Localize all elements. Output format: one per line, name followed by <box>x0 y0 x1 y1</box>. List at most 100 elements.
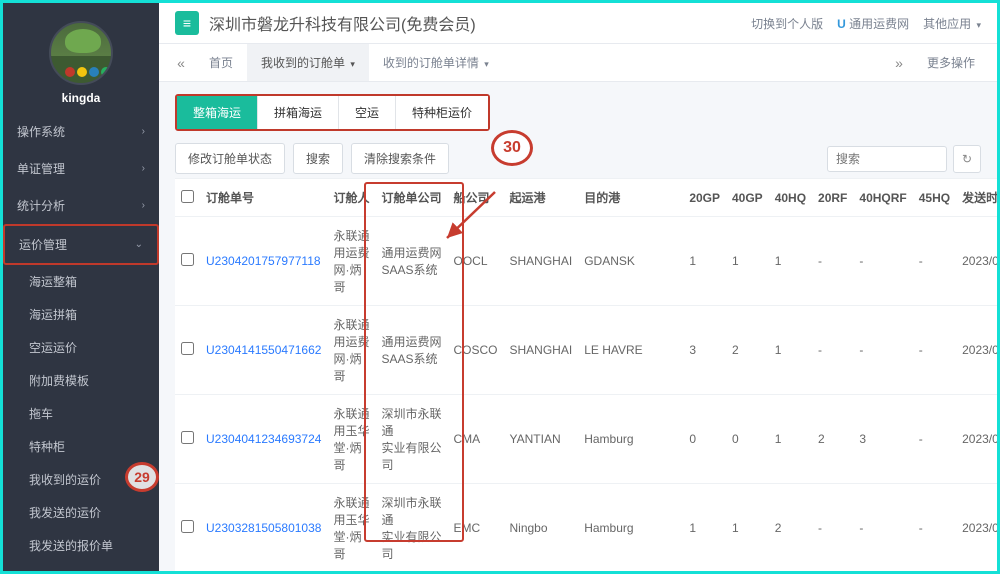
sidebar-subitem-6[interactable]: 我收到的运价 <box>3 463 159 496</box>
menu-toggle-button[interactable]: ≡ <box>175 11 199 35</box>
cell: EMC <box>447 484 503 572</box>
tab-1[interactable]: 拼箱海运 <box>258 96 339 129</box>
cell: 1 <box>726 484 769 572</box>
cell: 2 <box>812 395 853 484</box>
cell: YANTIAN <box>504 395 579 484</box>
cell: 1 <box>769 217 812 306</box>
select-all-checkbox[interactable] <box>181 190 194 203</box>
booking-id-link[interactable]: U2304141550471662 <box>206 343 321 357</box>
sidebar-item-0[interactable]: 操作系统› <box>3 113 159 150</box>
side-menu: 操作系统›单证管理›统计分析›运价管理⌄海运整箱海运拼箱空运运价附加费模板拖车特… <box>3 113 159 571</box>
row-checkbox[interactable] <box>181 520 194 533</box>
row-checkbox[interactable] <box>181 431 194 444</box>
company-label: 深圳市永联通 实业有限公司 <box>381 496 441 561</box>
col-header-6: 20GP <box>683 179 726 217</box>
cell: - <box>812 484 853 572</box>
cell: 2023/04/4 <box>956 395 997 484</box>
table-toolbar: 修改订舱单状态 搜索 清除搜索条件 ↻ <box>175 143 981 174</box>
sidebar-item-1[interactable]: 单证管理› <box>3 150 159 187</box>
sidebar-subitem-5[interactable]: 特种柜 <box>3 430 159 463</box>
col-header-0: 订舱单号 <box>200 179 327 217</box>
cell: 2023/04/20 <box>956 217 997 306</box>
cell: 0 <box>726 395 769 484</box>
breadcrumb-received[interactable]: 我收到的订舱单 ▾ <box>247 44 369 81</box>
booker-link[interactable]: 永联通 用运费 网·炳哥 <box>333 229 369 294</box>
sidebar-item-3[interactable]: 运价管理⌄ <box>3 224 159 265</box>
col-header-12: 发送时间 <box>956 179 997 217</box>
sidebar-subitem-8[interactable]: 我发送的报价单 <box>3 529 159 562</box>
booker-link[interactable]: 永联通 用玉华 堂·炳哥 <box>333 496 369 561</box>
cell: 0 <box>683 395 726 484</box>
avatar-section: kingda <box>3 3 159 113</box>
search-input[interactable] <box>827 146 947 172</box>
tab-0[interactable]: 整箱海运 <box>177 96 258 129</box>
booking-id-link[interactable]: U2304201757977118 <box>206 254 321 268</box>
col-header-3: 船公司 <box>447 179 503 217</box>
sub-tabs: 整箱海运拼箱海运空运特种柜运价 <box>175 94 490 131</box>
col-header-4: 起运港 <box>504 179 579 217</box>
sidebar-subitem-9[interactable]: 我收到的报价单 <box>3 562 159 571</box>
col-header-2: 订舱单公司 <box>375 179 447 217</box>
cell: 2023/04/14 <box>956 306 997 395</box>
cell: - <box>913 395 956 484</box>
sidebar-subitem-4[interactable]: 拖车 <box>3 397 159 430</box>
cell: 3 <box>683 306 726 395</box>
main-area: ≡ 深圳市磐龙升科技有限公司(免费会员) 切换到个人版 U 通用运费网 其他应用… <box>159 3 997 571</box>
breadcrumb-home[interactable]: 首页 <box>195 44 247 81</box>
sidebar: kingda 操作系统›单证管理›统计分析›运价管理⌄海运整箱海运拼箱空运运价附… <box>3 3 159 571</box>
col-header-7: 40GP <box>726 179 769 217</box>
col-header-8: 40HQ <box>769 179 812 217</box>
cell: CMA <box>447 395 503 484</box>
cell: - <box>812 306 853 395</box>
tab-2[interactable]: 空运 <box>339 96 396 129</box>
cell: 1 <box>769 395 812 484</box>
sidebar-subitem-2[interactable]: 空运运价 <box>3 331 159 364</box>
col-header-11: 45HQ <box>913 179 956 217</box>
company-label: 通用运费网 SAAS系统 <box>381 335 441 366</box>
avatar[interactable] <box>49 21 113 85</box>
table-row: U2303281505801038 永联通 用玉华 堂·炳哥深圳市永联通 实业有限… <box>175 484 997 572</box>
breadcrumbs: « 首页 我收到的订舱单 ▾ 收到的订舱单详情 ▾ » 更多操作 <box>159 44 997 82</box>
other-apps-link[interactable]: 其他应用 ▾ <box>923 15 981 32</box>
clear-search-button[interactable]: 清除搜索条件 <box>351 143 449 174</box>
breadcrumb-detail[interactable]: 收到的订舱单详情 ▾ <box>369 44 503 81</box>
col-header-10: 40HQRF <box>853 179 912 217</box>
row-checkbox[interactable] <box>181 253 194 266</box>
sidebar-subitem-0[interactable]: 海运整箱 <box>3 265 159 298</box>
sidebar-item-2[interactable]: 统计分析› <box>3 187 159 224</box>
booker-link[interactable]: 永联通 用运费 网·炳哥 <box>333 318 369 383</box>
col-header-1: 订舱人 <box>327 179 375 217</box>
tabs-next-button[interactable]: » <box>885 45 913 81</box>
cell: OOCL <box>447 217 503 306</box>
tab-3[interactable]: 特种柜运价 <box>396 96 488 129</box>
sidebar-subitem-7[interactable]: 我发送的运价 <box>3 496 159 529</box>
sidebar-subitem-1[interactable]: 海运拼箱 <box>3 298 159 331</box>
booker-link[interactable]: 永联通 用玉华 堂·炳哥 <box>333 407 369 472</box>
refresh-button[interactable]: ↻ <box>953 145 981 173</box>
modify-status-button[interactable]: 修改订舱单状态 <box>175 143 285 174</box>
cell: - <box>853 484 912 572</box>
cell: COSCO <box>447 306 503 395</box>
content: 图12 30 整箱海运拼箱海运空运特种柜运价 修改订舱单状态 搜索 清除搜索条件… <box>159 82 997 571</box>
row-checkbox[interactable] <box>181 342 194 355</box>
cell: 2 <box>769 484 812 572</box>
username-label: kingda <box>3 91 159 105</box>
search-button[interactable]: 搜索 <box>293 143 343 174</box>
cell: SHANGHAI <box>504 306 579 395</box>
cell: 1 <box>726 217 769 306</box>
cell: - <box>913 306 956 395</box>
tabs-prev-button[interactable]: « <box>167 45 195 81</box>
booking-id-link[interactable]: U2303281505801038 <box>206 521 321 535</box>
cell: 2023/03/28 <box>956 484 997 572</box>
page-title: 深圳市磐龙升科技有限公司(免费会员) <box>209 11 476 35</box>
switch-personal-link[interactable]: 切换到个人版 <box>751 15 823 32</box>
cell: Hamburg <box>578 484 683 572</box>
cell: - <box>913 217 956 306</box>
booking-id-link[interactable]: U2304041234693724 <box>206 432 321 446</box>
col-header-9: 20RF <box>812 179 853 217</box>
table-row: U2304141550471662 永联通 用运费 网·炳哥通用运费网 SAAS系… <box>175 306 997 395</box>
freight-net-link[interactable]: U 通用运费网 <box>837 15 909 32</box>
more-ops-link[interactable]: 更多操作 <box>913 44 989 81</box>
sidebar-subitem-3[interactable]: 附加费模板 <box>3 364 159 397</box>
cell: Hamburg <box>578 395 683 484</box>
